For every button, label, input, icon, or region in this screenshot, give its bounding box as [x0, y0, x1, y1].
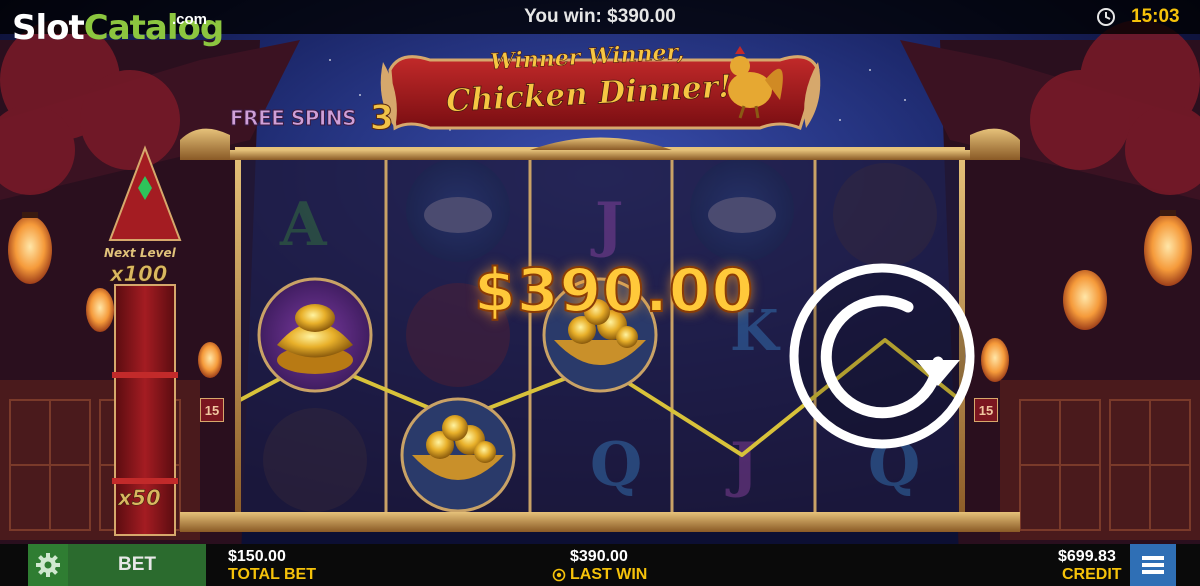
- current-multiplier: x50: [118, 486, 161, 511]
- menu-button[interactable]: [1130, 544, 1176, 586]
- svg-text:Q: Q: [590, 430, 642, 500]
- payline-number-right: 15: [974, 398, 998, 422]
- win-amount: $390.00: [473, 255, 755, 327]
- win-message: You win: $390.00: [524, 6, 676, 27]
- next-multiplier: x100: [110, 262, 168, 287]
- payline-number-left: 15: [200, 398, 224, 422]
- svg-text:A: A: [279, 190, 328, 260]
- bet-button[interactable]: BET: [68, 544, 206, 586]
- clock-icon: [1097, 8, 1115, 26]
- free-spins-label: FREE SPINS: [230, 106, 358, 131]
- coin-icon: [552, 568, 566, 582]
- credit-label: CREDIT: [1062, 566, 1122, 583]
- gold-bowl-symbol: [400, 397, 516, 513]
- free-spins-count: 3: [370, 98, 395, 139]
- total-bet-value: $150.00: [228, 548, 286, 565]
- last-win-value: $390.00: [570, 548, 628, 565]
- gear-icon: [36, 553, 60, 577]
- svg-text:J: J: [590, 190, 623, 260]
- autoplay-replay-icon[interactable]: [788, 262, 976, 450]
- credit-value: $699.83: [1058, 548, 1116, 565]
- svg-text:J: J: [725, 430, 758, 500]
- hamburger-menu-icon: [1142, 556, 1164, 574]
- last-win-label: LAST WIN: [570, 566, 648, 583]
- next-level-label: Next Level: [104, 246, 176, 260]
- gold-ingot-symbol: [257, 277, 373, 393]
- total-bet-label: TOTAL BET: [228, 566, 316, 583]
- clock-time: 15:03: [1131, 6, 1180, 27]
- settings-button[interactable]: [28, 544, 68, 586]
